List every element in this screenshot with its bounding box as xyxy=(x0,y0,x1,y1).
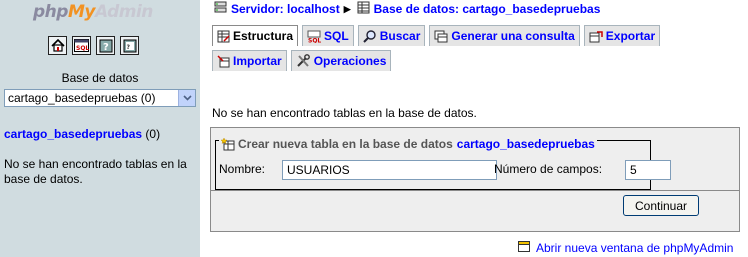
chevron-down-icon[interactable] xyxy=(178,90,195,106)
no-tables-message-left: No se han encontrado tablas en la base d… xyxy=(4,157,187,186)
create-table-legend: Crear nueva tabla en la base de datos ca… xyxy=(219,137,597,151)
phpmyadmin-logo[interactable]: phpMyAdmin xyxy=(33,2,153,22)
structure-icon xyxy=(217,30,230,43)
operations-icon xyxy=(296,54,311,68)
help-icon[interactable]: ? xyxy=(96,36,115,55)
create-table-db-link[interactable]: cartago_basedepruebas xyxy=(457,137,595,151)
table-count: (0) xyxy=(145,127,161,141)
table-name-input[interactable]: USUARIOS xyxy=(282,160,497,180)
form-divider xyxy=(211,190,739,191)
database-label: Base de datos xyxy=(61,71,139,85)
import-icon xyxy=(217,54,230,68)
svg-text:SQL: SQL xyxy=(308,37,321,43)
quick-icons: SQL ? ? xyxy=(48,36,139,55)
new-window-link-row: Abrir nueva ventana de phpMyAdmin xyxy=(518,241,733,255)
breadcrumb-database[interactable]: Base de datos: cartago_basedepruebas xyxy=(374,2,601,16)
tab-importar[interactable]: Importar xyxy=(212,50,287,71)
svg-text:SQL: SQL xyxy=(76,45,89,52)
tab-operaciones[interactable]: Operaciones xyxy=(290,50,392,71)
new-window-icon xyxy=(518,241,530,255)
search-icon xyxy=(362,29,377,43)
server-icon xyxy=(214,1,227,17)
breadcrumb: Servidor: localhost ▶ Base de datos: car… xyxy=(214,1,600,17)
fields-count-input[interactable]: 5 xyxy=(625,160,671,180)
home-icon[interactable] xyxy=(48,36,67,55)
tab-exportar[interactable]: Exportar xyxy=(583,25,661,46)
current-database: cartago_basedepruebas (0) xyxy=(4,127,160,141)
create-table-form: Crear nueva tabla en la base de datos ca… xyxy=(210,127,740,232)
svg-text:?: ? xyxy=(126,44,130,51)
breadcrumb-separator-icon: ▶ xyxy=(343,3,351,14)
tab-estructura[interactable]: Estructura xyxy=(212,25,299,46)
fields-count-label: Número de campos: xyxy=(494,162,603,176)
tab-generar-consulta[interactable]: Generar una consulta xyxy=(429,25,580,46)
create-table-legend-text: Crear nueva tabla en la base de datos xyxy=(238,137,453,151)
tab-buscar[interactable]: Buscar xyxy=(357,25,426,46)
database-select-value: cartago_basedepruebas (0) xyxy=(8,91,156,105)
new-table-icon xyxy=(221,137,235,151)
sql-docs-icon[interactable]: ? xyxy=(120,36,139,55)
database-select[interactable]: cartago_basedepruebas (0) xyxy=(4,89,196,107)
main-frame: Servidor: localhost ▶ Base de datos: car… xyxy=(200,0,748,257)
tab-sql[interactable]: SQL SQL xyxy=(302,25,354,46)
tab-row-2: Importar Operaciones xyxy=(212,50,660,71)
sql-icon: SQL xyxy=(307,30,321,43)
query-icon xyxy=(434,30,448,43)
continue-button[interactable]: Continuar xyxy=(623,195,699,216)
new-window-link[interactable]: Abrir nueva ventana de phpMyAdmin xyxy=(536,241,733,255)
tab-row-1: Estructura SQL SQL Buscar Generar una co… xyxy=(212,25,661,46)
table-name-label: Nombre: xyxy=(219,162,266,176)
database-icon xyxy=(357,1,370,17)
database-link[interactable]: cartago_basedepruebas xyxy=(4,127,142,141)
svg-text:?: ? xyxy=(103,42,109,53)
no-tables-message: No se han encontrado tablas en la base d… xyxy=(212,106,477,120)
sql-query-icon[interactable]: SQL xyxy=(72,36,91,55)
export-icon xyxy=(589,30,603,43)
tab-bar: Estructura SQL SQL Buscar Generar una co… xyxy=(212,25,661,71)
breadcrumb-server[interactable]: Servidor: localhost xyxy=(231,2,340,16)
navigation-frame: phpMyAdmin SQL ? ? Base de datos cartago… xyxy=(0,0,200,257)
